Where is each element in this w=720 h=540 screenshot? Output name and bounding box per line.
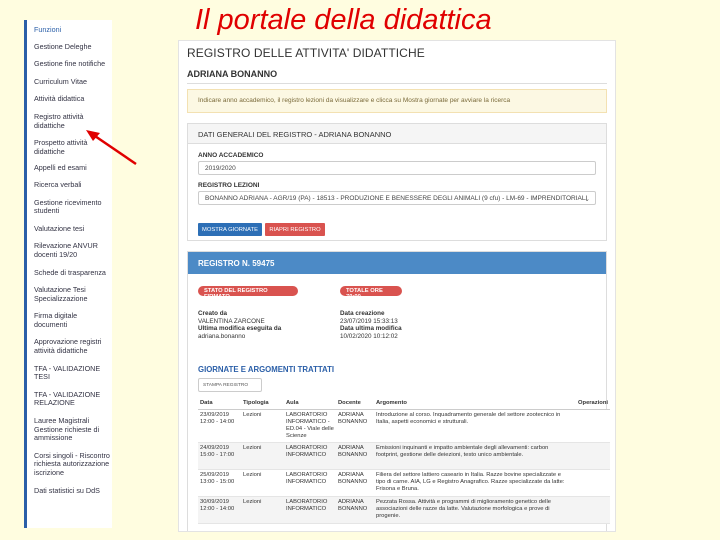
sidebar-item[interactable]: Dati statistici su DdS: [27, 486, 112, 496]
hours-badge: TOTALE ORE 79:00: [340, 286, 402, 300]
days-section-title: GIORNATE E ARGOMENTI TRATTATI: [198, 365, 334, 374]
table-cell-data: 23/09/2019 12:00 - 14:00: [198, 409, 241, 443]
table-cell-operazioni: [570, 496, 610, 524]
table-row: 30/09/2019 12:00 - 14:00 Lezioni LABORATOR…: [198, 496, 610, 524]
sidebar-item[interactable]: Gestione fine notifiche: [27, 60, 112, 69]
creator-info: Creato da VALENTINA ZARCONE Ultima modif…: [198, 310, 282, 340]
sidebar-item[interactable]: Firma digitale documenti: [27, 311, 112, 329]
table-row: 25/09/2019 13:00 - 15:00 Lezioni LABORATOR…: [198, 469, 610, 497]
table-cell-docente: ADRIANA BONANNO: [336, 442, 374, 470]
sidebar-item[interactable]: Schede di trasparenza: [27, 268, 112, 278]
sidebar-item[interactable]: Gestione ricevimento studenti: [27, 198, 112, 216]
main-panel: REGISTRO DELLE ATTIVITA' DIDATTICHE ADRI…: [178, 40, 616, 532]
show-days-button[interactable]: MOSTRA GIORNATE: [198, 223, 262, 236]
days-table: Data Tipologia Aula Docente Argomento Operazi…: [198, 397, 610, 524]
sidebar-item[interactable]: Attività didattica: [27, 95, 112, 104]
table-header: Tipologia: [241, 397, 284, 410]
sidebar-item[interactable]: Lauree Magistrali Gestione richieste di …: [27, 416, 112, 443]
table-cell-tipologia: Lezioni: [241, 496, 284, 524]
table-cell-argomento: Emissioni inquinanti e impatto ambiental…: [374, 442, 570, 470]
table-cell-argomento: Pezzata Rossa. Attività e programmi di m…: [374, 496, 570, 524]
table-cell-operazioni: [570, 442, 610, 470]
table-cell-aula: LABORATORIO INFORMATICO - ED.04 - Viale …: [284, 409, 336, 443]
table-cell-aula: LABORATORIO INFORMATICO: [284, 496, 336, 524]
sidebar-item[interactable]: Funzioni: [27, 25, 112, 35]
table-cell-operazioni: [570, 409, 610, 443]
table-cell-data: 24/09/2019 15:00 - 17:00: [198, 442, 241, 470]
sidebar-item[interactable]: Corsi singoli - Riscontro richiesta auto…: [27, 451, 112, 478]
sidebar-item[interactable]: Curriculum Vitae: [27, 77, 112, 87]
register-header: REGISTRO N. 59475: [188, 252, 606, 274]
table-cell-argomento: Filiera del settore lattiero caseario in…: [374, 469, 570, 497]
table-cell-data: 25/09/2019 13:00 - 15:00: [198, 469, 241, 497]
table-row: 23/09/2019 12:00 - 14:00 Lezioni LABORATOR…: [198, 409, 610, 443]
academic-year-select[interactable]: 2019/2020: [198, 161, 596, 175]
sidebar-item[interactable]: TFA - VALIDAZIONE TESI: [27, 364, 112, 382]
table-cell-docente: ADRIANA BONANNO: [336, 496, 374, 524]
table-cell-tipologia: Lezioni: [241, 469, 284, 497]
academic-year-value: 2019/2020: [205, 165, 236, 172]
table-header: Aula: [284, 397, 336, 410]
table-cell-operazioni: [570, 469, 610, 497]
reopen-register-button[interactable]: RIAPRI REGISTRO: [265, 223, 325, 236]
sidebar-item[interactable]: Ricerca verbali: [27, 180, 112, 190]
divider: [187, 83, 607, 84]
slide-title: Il portale della didattica: [195, 4, 492, 36]
table-row: 24/09/2019 15:00 - 17:00 Lezioni LABORATOR…: [198, 442, 610, 470]
table-header: Data: [198, 397, 241, 410]
table-header: Operazioni: [570, 397, 610, 410]
general-data-panel: DATI GENERALI DEL REGISTRO - ADRIANA BON…: [187, 123, 607, 241]
page-title: REGISTRO DELLE ATTIVITA' DIDATTICHE: [187, 46, 425, 60]
sidebar-item[interactable]: Valutazione tesi: [27, 224, 112, 234]
sidebar-item[interactable]: Rilevazione ANVUR docenti 19/20: [27, 241, 112, 259]
sidebar-menu: Funzioni Gestione Deleghe Gestione fine no…: [24, 20, 112, 528]
table-cell-argomento: Introduzione al corso. Inquadramento gen…: [374, 409, 570, 443]
dates-info: Data creazione 23/07/2019 15:33:13 Data …: [340, 310, 402, 340]
table-cell-docente: ADRIANA BONANNO: [336, 409, 374, 443]
sidebar-item[interactable]: Approvazione registri attività didattich…: [27, 338, 112, 355]
register-label: REGISTRO LEZIONI: [198, 182, 260, 189]
teacher-name: ADRIANA BONANNO: [187, 69, 278, 79]
academic-year-label: ANNO ACCADEMICO: [198, 152, 264, 159]
general-data-header: DATI GENERALI DEL REGISTRO - ADRIANA BON…: [188, 124, 606, 144]
table-header: Docente: [336, 397, 374, 410]
table-header: Argomento: [374, 397, 570, 410]
red-arrow-icon: [86, 130, 137, 166]
table-cell-tipologia: Lezioni: [241, 409, 284, 443]
info-notice: Indicare anno accademico, il registro le…: [187, 89, 607, 113]
sidebar-item[interactable]: Valutazione Tesi Specializzazione: [27, 285, 112, 303]
sidebar-item[interactable]: Gestione Deleghe: [27, 42, 112, 52]
table-cell-data: 30/09/2019 12:00 - 14:00: [198, 496, 241, 524]
register-value: BONANNO ADRIANA - AGR/19 (PA) - 18513 - …: [205, 195, 588, 202]
table-cell-docente: ADRIANA BONANNO: [336, 469, 374, 497]
print-register-button[interactable]: STAMPA REGISTRO: [198, 378, 262, 392]
table-cell-aula: LABORATORIO INFORMATICO: [284, 442, 336, 470]
table-cell-aula: LABORATORIO INFORMATICO: [284, 469, 336, 497]
sidebar-item[interactable]: TFA - VALIDAZIONE RELAZIONE: [27, 390, 112, 408]
register-select[interactable]: BONANNO ADRIANA - AGR/19 (PA) - 18513 - …: [198, 191, 596, 205]
status-badge: STATO DEL REGISTRO FIRMATO: [198, 286, 298, 300]
table-cell-tipologia: Lezioni: [241, 442, 284, 470]
register-panel: REGISTRO N. 59475 STATO DEL REGISTRO FIR…: [187, 251, 610, 531]
chevron-down-icon: ⌄: [584, 196, 590, 203]
